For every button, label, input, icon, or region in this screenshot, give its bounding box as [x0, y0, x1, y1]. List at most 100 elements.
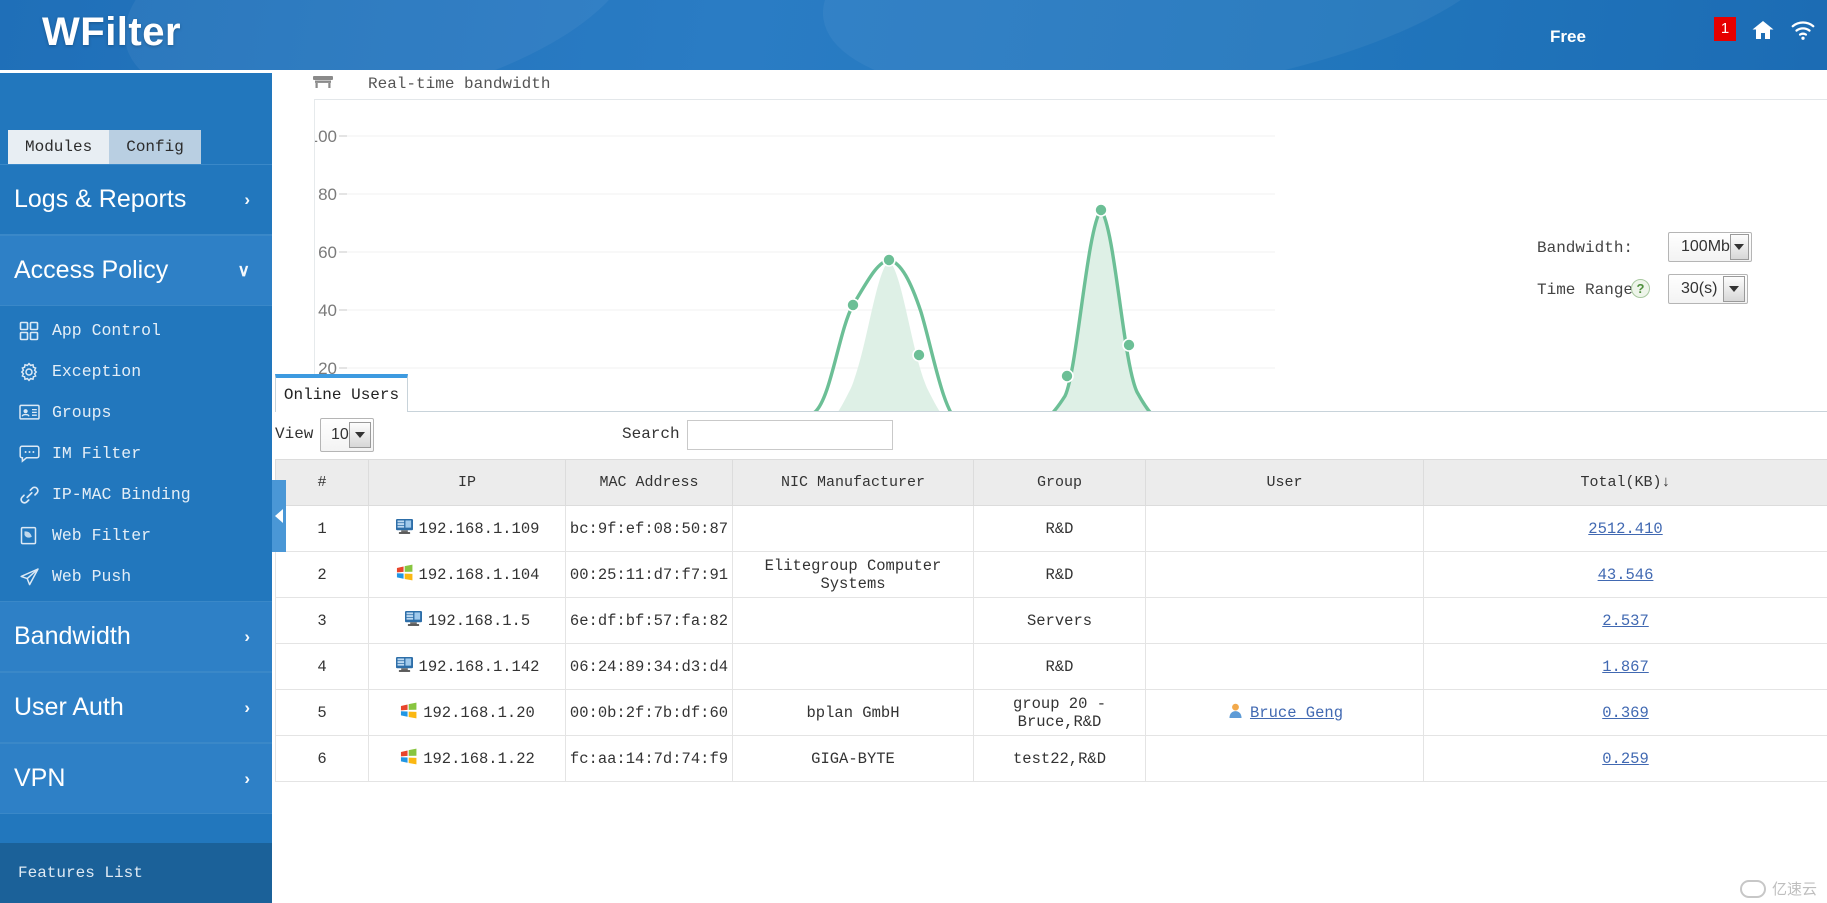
total-kb-link[interactable]: 0.259: [1602, 750, 1649, 768]
cell-mac: 06:24:89:34:d3:d4: [565, 643, 733, 690]
ip-value: 192.168.1.22: [399, 748, 535, 770]
chevron-down-icon[interactable]: [1723, 276, 1745, 302]
sidebar-item-groups[interactable]: Groups: [0, 392, 272, 433]
user-link[interactable]: Bruce Geng: [1250, 704, 1343, 722]
table-row[interactable]: 4 192.168.1.142 06:24:89:34:d3:d4 R&D 1.867: [275, 643, 1827, 690]
cell-index: 4: [275, 643, 369, 690]
sidebar-item-access-policy[interactable]: Access Policy ∨: [0, 235, 272, 306]
chevron-down-icon[interactable]: [349, 422, 371, 448]
avatar-icon: [1226, 702, 1245, 724]
cell-index: 3: [275, 597, 369, 644]
cell-total[interactable]: 2.537: [1423, 597, 1827, 644]
total-kb-link[interactable]: 1.867: [1602, 658, 1649, 676]
column-header-mac[interactable]: MAC Address: [565, 459, 733, 506]
notification-badge[interactable]: 1: [1714, 17, 1736, 41]
sidebar-item-logs-reports[interactable]: Logs & Reports ›: [0, 164, 272, 235]
cell-group: group 20 - Bruce,R&D: [973, 689, 1146, 736]
cell-total[interactable]: 1.867: [1423, 643, 1827, 690]
ip-value: 192.168.1.5: [404, 610, 530, 632]
chat-bubble-icon: [16, 443, 42, 465]
watermark-text: 亿速云: [1771, 881, 1817, 898]
total-kb-link[interactable]: 2512.410: [1588, 520, 1662, 538]
features-list-link[interactable]: Features List: [0, 843, 272, 903]
chevron-right-icon: ›: [244, 626, 250, 646]
cell-nic: [732, 505, 974, 552]
sidebar-item-exception[interactable]: Exception: [0, 351, 272, 392]
cell-user: [1145, 505, 1424, 552]
cell-user[interactable]: Bruce Geng: [1145, 689, 1424, 736]
home-icon[interactable]: [1748, 16, 1778, 44]
table-row[interactable]: 1 192.168.1.109 bc:9f:ef:08:50:87 R&D 2512.4…: [275, 505, 1827, 552]
sidebar-item-bandwidth[interactable]: Bandwidth ›: [0, 601, 272, 672]
column-header-ip[interactable]: IP: [368, 459, 566, 506]
cell-nic: bplan GmbH: [732, 689, 974, 736]
user-icon[interactable]: [1821, 16, 1827, 44]
sidebar-item-web-push[interactable]: Web Push: [0, 556, 272, 597]
total-kb-link[interactable]: 2.537: [1602, 612, 1649, 630]
cell-nic: GIGA-BYTE: [732, 735, 974, 782]
license-badge: Free: [1550, 27, 1586, 46]
windows-7-icon: [395, 564, 414, 586]
column-header-group[interactable]: Group: [973, 459, 1146, 506]
chevron-down-icon[interactable]: [1729, 234, 1749, 260]
sidebar-collapse-handle[interactable]: [272, 480, 286, 552]
time-range-select[interactable]: 30(s): [1668, 274, 1748, 304]
tab-modules[interactable]: Modules: [8, 130, 110, 164]
page-size-select[interactable]: 10: [320, 418, 374, 452]
sidebar-item-user-auth[interactable]: User Auth ›: [0, 672, 272, 743]
svg-text:80: 80: [318, 185, 337, 204]
paper-plane-icon: [16, 566, 42, 588]
total-kb-link[interactable]: 43.546: [1598, 566, 1654, 584]
bandwidth-select[interactable]: 100Mb: [1668, 232, 1752, 262]
cell-total[interactable]: 43.546: [1423, 551, 1827, 598]
cell-mac: fc:aa:14:7d:74:f9: [565, 735, 733, 782]
windows-xp-icon: [395, 518, 414, 540]
column-header-total[interactable]: Total(KB)↓: [1423, 459, 1827, 506]
wifi-icon[interactable]: [1788, 16, 1818, 44]
cell-group: Servers: [973, 597, 1146, 644]
ip-value: 192.168.1.104: [395, 564, 539, 586]
sidebar-item-ip-mac-binding[interactable]: IP-MAC Binding: [0, 474, 272, 515]
link-icon: [16, 484, 42, 506]
cell-ip: 192.168.1.22: [368, 735, 566, 782]
tab-online-users[interactable]: Online Users: [275, 374, 408, 412]
page-icon: [16, 525, 42, 547]
cell-ip: 192.168.1.5: [368, 597, 566, 644]
cell-total[interactable]: 0.369: [1423, 689, 1827, 736]
table-row[interactable]: 5 192.168.1.20 00:0b:2f:7b:df:60 bplan GmbH…: [275, 689, 1827, 736]
cell-ip: 192.168.1.20: [368, 689, 566, 736]
total-kb-link[interactable]: 0.369: [1602, 704, 1649, 722]
cell-index: 5: [275, 689, 369, 736]
column-header-nic[interactable]: NIC Manufacturer: [732, 459, 974, 506]
sidebar-item-vpn[interactable]: VPN ›: [0, 743, 272, 814]
ip-value: 192.168.1.20: [399, 702, 535, 724]
cell-user: [1145, 735, 1424, 782]
cell-ip: 192.168.1.109: [368, 505, 566, 552]
cell-total[interactable]: 0.259: [1423, 735, 1827, 782]
sidebar-item-label: Logs & Reports: [14, 185, 187, 213]
help-icon[interactable]: ?: [1631, 279, 1650, 298]
tab-config[interactable]: Config: [109, 130, 201, 164]
svg-text:60: 60: [318, 243, 337, 262]
sidebar-item-im-filter[interactable]: IM Filter: [0, 433, 272, 474]
cell-mac: bc:9f:ef:08:50:87: [565, 505, 733, 552]
time-range-select-value: 30(s): [1681, 280, 1718, 297]
windows-xp-icon: [395, 656, 414, 678]
table-row[interactable]: 2 192.168.1.104 00:25:11:d7:f7:91 Elitegrou…: [275, 551, 1827, 598]
cell-group: R&D: [973, 551, 1146, 598]
cell-total[interactable]: 2512.410: [1423, 505, 1827, 552]
svg-text:40: 40: [318, 301, 337, 320]
table-row[interactable]: 6 192.168.1.22 fc:aa:14:7d:74:f9 GIGA-BYTE t…: [275, 735, 1827, 782]
cell-ip: 192.168.1.142: [368, 643, 566, 690]
site-watermark: 亿速云: [1739, 878, 1817, 899]
sidebar: Modules Config Logs & Reports › Access P…: [0, 70, 272, 903]
column-header-index[interactable]: #: [275, 459, 369, 506]
cell-ip: 192.168.1.104: [368, 551, 566, 598]
sidebar-item-app-control[interactable]: App Control: [0, 310, 272, 351]
table-row[interactable]: 3 192.168.1.5 6e:df:bf:57:fa:82 Servers 2.53…: [275, 597, 1827, 644]
sidebar-item-label: Exception: [52, 362, 142, 381]
time-range-label: Time Range:: [1537, 281, 1643, 299]
column-header-user[interactable]: User: [1145, 459, 1424, 506]
sidebar-item-web-filter[interactable]: Web Filter: [0, 515, 272, 556]
search-input[interactable]: [687, 420, 893, 450]
